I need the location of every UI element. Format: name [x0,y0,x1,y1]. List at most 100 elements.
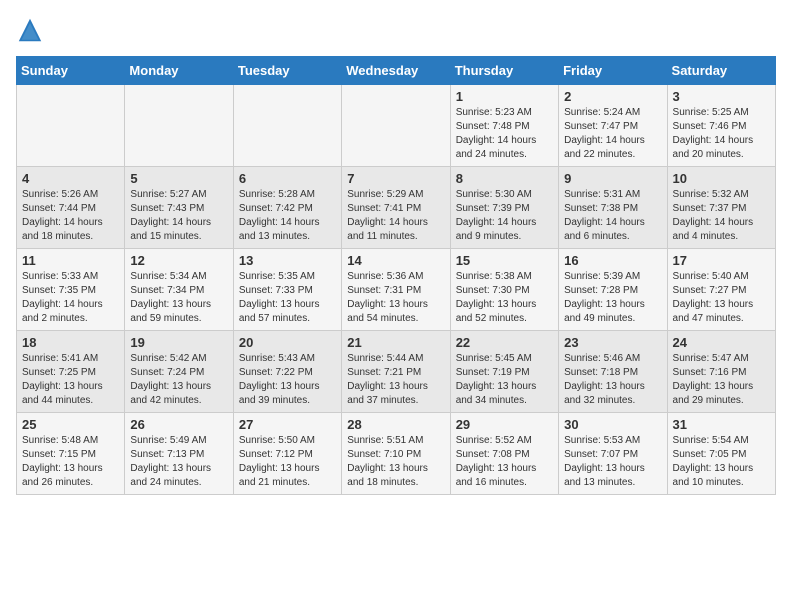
day-info: Sunrise: 5:36 AMSunset: 7:31 PMDaylight:… [347,270,444,326]
day-info: Sunrise: 5:53 AMSunset: 7:07 PMDaylight:… [564,434,661,490]
calendar-cell: 12Sunrise: 5:34 AMSunset: 7:34 PMDayligh… [125,249,233,331]
day-number: 8 [456,171,553,186]
calendar-cell: 3 Sunrise: 5:25 AMSunset: 7:46 PMDaylight… [667,85,775,167]
weekday-header-wednesday: Wednesday [342,57,450,85]
calendar-week-5: 25 Sunrise: 5:48 AMSunset: 7:15 PMDayligh… [17,413,776,495]
day-number: 4 [22,171,119,186]
weekday-header-saturday: Saturday [667,57,775,85]
day-number: 15 [456,253,553,268]
calendar-cell: 27 Sunrise: 5:50 AMSunset: 7:12 PMDayligh… [233,413,341,495]
day-info: Sunrise: 5:31 AMSunset: 7:38 PMDaylight:… [564,188,661,244]
calendar-week-3: 11 Sunrise: 5:33 AMSunset: 7:35 PMDayligh… [17,249,776,331]
day-info: Sunrise: 5:33 AMSunset: 7:35 PMDaylight:… [22,270,119,326]
day-info: Sunrise: 5:48 AMSunset: 7:15 PMDaylight:… [22,434,119,490]
day-number: 31 [673,417,770,432]
day-info: Sunrise: 5:32 AMSunset: 7:37 PMDaylight:… [673,188,770,244]
day-info: Sunrise: 5:46 AMSunset: 7:18 PMDaylight:… [564,352,661,408]
day-number: 12 [130,253,227,268]
day-number: 1 [456,89,553,104]
calendar-cell: 28 Sunrise: 5:51 AMSunset: 7:10 PMDayligh… [342,413,450,495]
day-number: 30 [564,417,661,432]
page-header [16,16,776,44]
day-number: 2 [564,89,661,104]
day-info: Sunrise: 5:51 AMSunset: 7:10 PMDaylight:… [347,434,444,490]
calendar-cell: 31 Sunrise: 5:54 AMSunset: 7:05 PMDayligh… [667,413,775,495]
day-info: Sunrise: 5:28 AMSunset: 7:42 PMDaylight:… [239,188,336,244]
calendar-header: SundayMondayTuesdayWednesdayThursdayFrid… [17,57,776,85]
day-info: Sunrise: 5:52 AMSunset: 7:08 PMDaylight:… [456,434,553,490]
day-number: 6 [239,171,336,186]
calendar-cell: 24 Sunrise: 5:47 AMSunset: 7:16 PMDayligh… [667,331,775,413]
day-info: Sunrise: 5:41 AMSunset: 7:25 PMDaylight:… [22,352,119,408]
day-info: Sunrise: 5:43 AMSunset: 7:22 PMDaylight:… [239,352,336,408]
calendar-cell: 1 Sunrise: 5:23 AMSunset: 7:48 PMDaylight… [450,85,558,167]
calendar-cell: 26Sunrise: 5:49 AMSunset: 7:13 PMDayligh… [125,413,233,495]
calendar-week-1: 1 Sunrise: 5:23 AMSunset: 7:48 PMDaylight… [17,85,776,167]
calendar-cell: 15 Sunrise: 5:38 AMSunset: 7:30 PMDayligh… [450,249,558,331]
calendar-cell: 8 Sunrise: 5:30 AMSunset: 7:39 PMDaylight… [450,167,558,249]
calendar-cell: 25 Sunrise: 5:48 AMSunset: 7:15 PMDayligh… [17,413,125,495]
calendar-cell: 4 Sunrise: 5:26 AMSunset: 7:44 PMDaylight… [17,167,125,249]
day-number: 7 [347,171,444,186]
day-info: Sunrise: 5:39 AMSunset: 7:28 PMDaylight:… [564,270,661,326]
logo-icon [16,16,44,44]
calendar-cell [342,85,450,167]
calendar-cell: 10 Sunrise: 5:32 AMSunset: 7:37 PMDayligh… [667,167,775,249]
day-number: 18 [22,335,119,350]
day-info: Sunrise: 5:44 AMSunset: 7:21 PMDaylight:… [347,352,444,408]
day-number: 22 [456,335,553,350]
day-info: Sunrise: 5:26 AMSunset: 7:44 PMDaylight:… [22,188,119,244]
day-number: 10 [673,171,770,186]
day-info: Sunrise: 5:29 AMSunset: 7:41 PMDaylight:… [347,188,444,244]
day-info: Sunrise: 5:45 AMSunset: 7:19 PMDaylight:… [456,352,553,408]
calendar-table: SundayMondayTuesdayWednesdayThursdayFrid… [16,56,776,495]
day-info: Sunrise: 5:24 AMSunset: 7:47 PMDaylight:… [564,106,661,162]
weekday-header-tuesday: Tuesday [233,57,341,85]
day-number: 11 [22,253,119,268]
calendar-week-2: 4 Sunrise: 5:26 AMSunset: 7:44 PMDaylight… [17,167,776,249]
calendar-cell: 22 Sunrise: 5:45 AMSunset: 7:19 PMDayligh… [450,331,558,413]
day-info: Sunrise: 5:49 AMSunset: 7:13 PMDaylight:… [130,434,227,490]
calendar-cell: 14 Sunrise: 5:36 AMSunset: 7:31 PMDayligh… [342,249,450,331]
calendar-cell: 29Sunrise: 5:52 AMSunset: 7:08 PMDayligh… [450,413,558,495]
day-number: 20 [239,335,336,350]
calendar-cell [125,85,233,167]
day-number: 28 [347,417,444,432]
calendar-cell [17,85,125,167]
calendar-cell: 6 Sunrise: 5:28 AMSunset: 7:42 PMDaylight… [233,167,341,249]
calendar-cell: 18 Sunrise: 5:41 AMSunset: 7:25 PMDayligh… [17,331,125,413]
day-number: 24 [673,335,770,350]
day-number: 14 [347,253,444,268]
weekday-header-thursday: Thursday [450,57,558,85]
weekday-header-sunday: Sunday [17,57,125,85]
calendar-cell: 21 Sunrise: 5:44 AMSunset: 7:21 PMDayligh… [342,331,450,413]
day-number: 25 [22,417,119,432]
day-info: Sunrise: 5:23 AMSunset: 7:48 PMDaylight:… [456,106,553,162]
day-info: Sunrise: 5:50 AMSunset: 7:12 PMDaylight:… [239,434,336,490]
day-info: Sunrise: 5:47 AMSunset: 7:16 PMDaylight:… [673,352,770,408]
calendar-cell: 11 Sunrise: 5:33 AMSunset: 7:35 PMDayligh… [17,249,125,331]
calendar-cell: 9 Sunrise: 5:31 AMSunset: 7:38 PMDaylight… [559,167,667,249]
calendar-cell: 17 Sunrise: 5:40 AMSunset: 7:27 PMDayligh… [667,249,775,331]
day-number: 9 [564,171,661,186]
day-number: 27 [239,417,336,432]
day-info: Sunrise: 5:42 AMSunset: 7:24 PMDaylight:… [130,352,227,408]
day-info: Sunrise: 5:25 AMSunset: 7:46 PMDaylight:… [673,106,770,162]
day-info: Sunrise: 5:54 AMSunset: 7:05 PMDaylight:… [673,434,770,490]
day-info: Sunrise: 5:38 AMSunset: 7:30 PMDaylight:… [456,270,553,326]
day-info: Sunrise: 5:35 AMSunset: 7:33 PMDaylight:… [239,270,336,326]
calendar-cell: 16Sunrise: 5:39 AMSunset: 7:28 PMDayligh… [559,249,667,331]
calendar-cell: 30 Sunrise: 5:53 AMSunset: 7:07 PMDayligh… [559,413,667,495]
day-number: 17 [673,253,770,268]
day-info: Sunrise: 5:30 AMSunset: 7:39 PMDaylight:… [456,188,553,244]
logo [16,16,48,44]
calendar-cell: 5Sunrise: 5:27 AMSunset: 7:43 PMDaylight… [125,167,233,249]
day-number: 21 [347,335,444,350]
calendar-cell: 13Sunrise: 5:35 AMSunset: 7:33 PMDayligh… [233,249,341,331]
calendar-cell: 7 Sunrise: 5:29 AMSunset: 7:41 PMDaylight… [342,167,450,249]
day-info: Sunrise: 5:40 AMSunset: 7:27 PMDaylight:… [673,270,770,326]
day-number: 5 [130,171,227,186]
calendar-cell: 23Sunrise: 5:46 AMSunset: 7:18 PMDayligh… [559,331,667,413]
day-number: 3 [673,89,770,104]
weekday-header-monday: Monday [125,57,233,85]
